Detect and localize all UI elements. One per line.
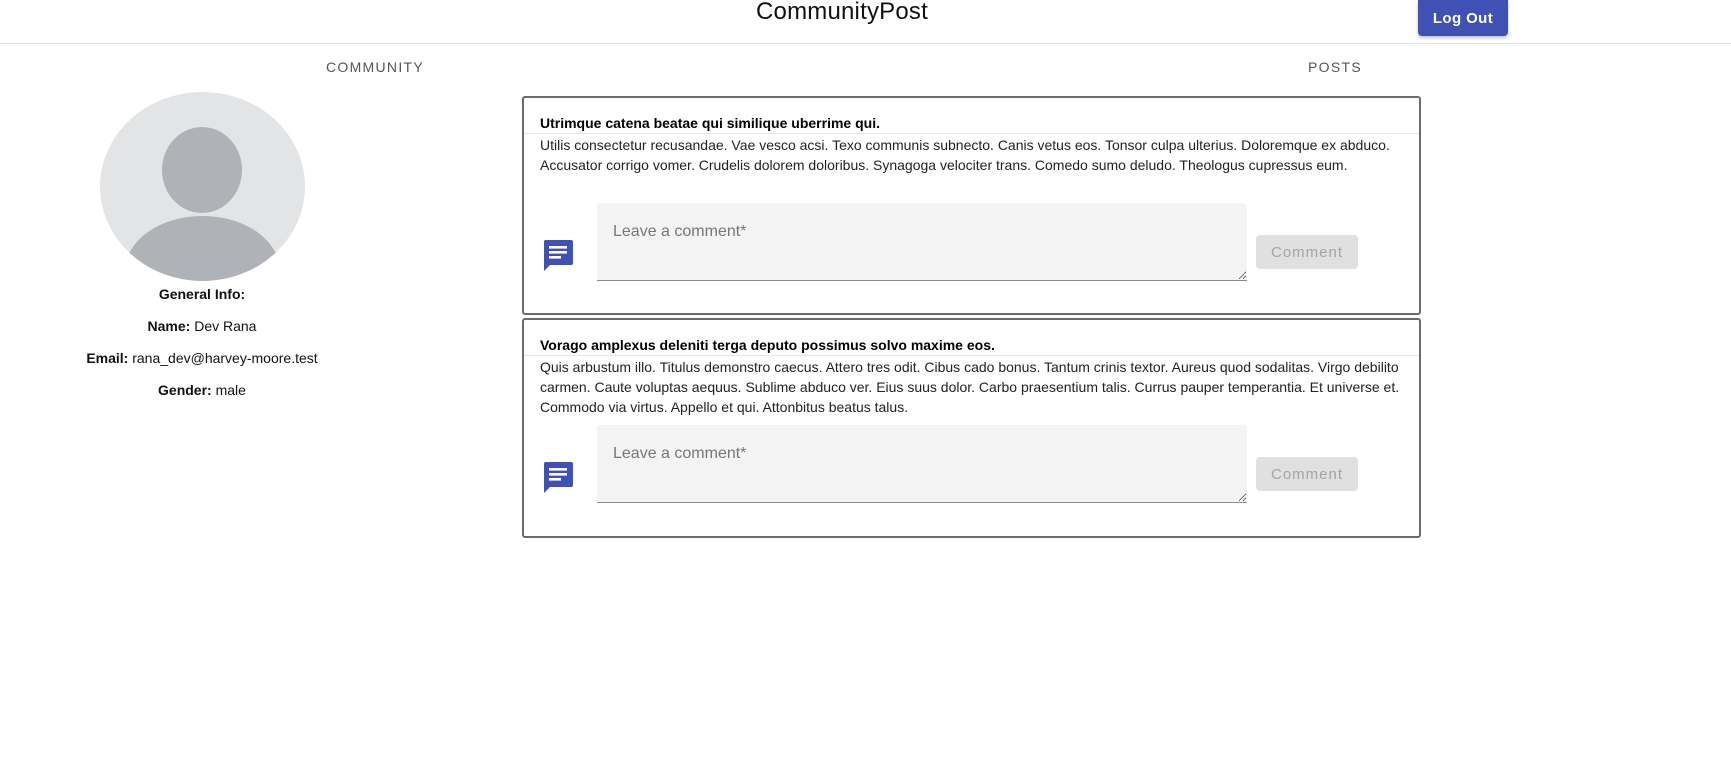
post-title: Vorago amplexus deleniti terga deputo po…: [540, 337, 995, 353]
post-divider: [524, 133, 1419, 134]
avatar-head: [161, 127, 242, 213]
post-title: Utrimque catena beatae qui similique ube…: [540, 115, 880, 131]
comment-button[interactable]: Comment: [1256, 457, 1358, 491]
profile-name-row: Name: Dev Rana: [60, 317, 344, 335]
profile-gender-row: Gender: male: [60, 381, 344, 399]
tab-community[interactable]: COMMUNITY: [326, 59, 424, 75]
gender-label: Gender:: [158, 382, 212, 398]
comment-button[interactable]: Comment: [1256, 235, 1358, 269]
profile-panel: General Info: Name: Dev Rana Email: rana…: [60, 92, 344, 399]
name-label: Name:: [147, 318, 191, 334]
comment-icon: [543, 240, 573, 271]
post-divider: [524, 355, 1419, 356]
profile-email-row: Email: rana_dev@harvey-moore.test: [60, 349, 344, 367]
logout-button[interactable]: Log Out: [1418, 0, 1508, 36]
top-app-bar: CommunityPost Log Out: [0, 0, 1731, 44]
avatar-body: [124, 216, 280, 281]
post-card: Utrimque catena beatae qui similique ube…: [522, 96, 1421, 315]
post-body: Quis arbustum illo. Titulus demonstro ca…: [540, 359, 1400, 415]
email-label: Email:: [86, 350, 129, 366]
comment-input[interactable]: [597, 425, 1247, 503]
gender-value: male: [215, 382, 246, 398]
email-value: rana_dev@harvey-moore.test: [132, 350, 318, 366]
app-title: CommunityPost: [756, 0, 928, 25]
tab-posts[interactable]: POSTS: [1308, 59, 1362, 75]
avatar: [99, 92, 305, 281]
comment-input[interactable]: [597, 203, 1247, 281]
post-body: Utilis consectetur recusandae. Vae vesco…: [540, 137, 1390, 173]
general-info-heading: General Info:: [60, 285, 344, 303]
comment-icon: [543, 462, 573, 493]
general-info-label: General Info:: [158, 286, 246, 302]
name-value: Dev Rana: [194, 318, 257, 334]
post-card: Vorago amplexus deleniti terga deputo po…: [522, 318, 1421, 538]
